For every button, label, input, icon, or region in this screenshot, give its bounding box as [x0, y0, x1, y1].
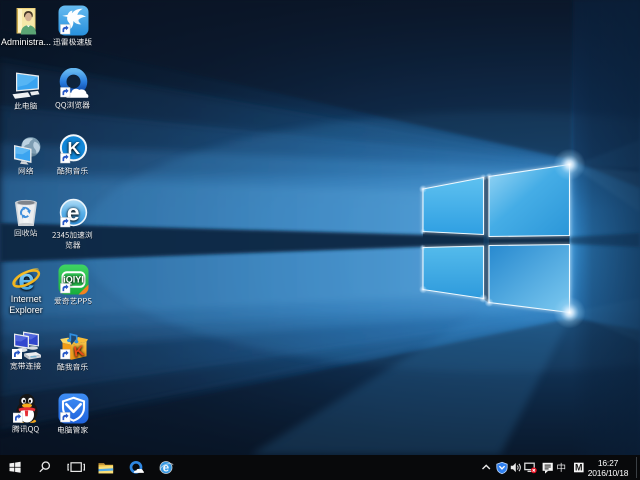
svg-text:M: M: [575, 462, 583, 472]
svg-text:iQIYI: iQIYI: [63, 274, 84, 284]
svg-text:e: e: [18, 264, 35, 293]
